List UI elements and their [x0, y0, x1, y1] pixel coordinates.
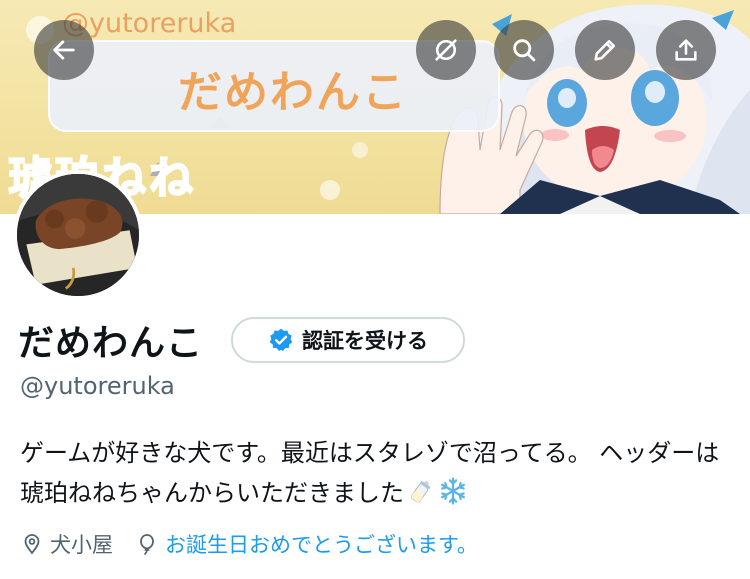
verified-badge-icon [269, 328, 293, 352]
balloon-icon [140, 534, 154, 555]
profile-handle: @yutoreruka [20, 372, 175, 400]
share-icon [675, 39, 697, 61]
hide-button[interactable] [416, 20, 476, 80]
profile-name: だめわんこ [18, 323, 204, 364]
snowflake-icon [441, 477, 465, 505]
profile-meta-row: 犬小屋 お誕生日おめでとうございます。 [20, 528, 500, 560]
location-pin-icon [24, 534, 40, 555]
banner-name-text: だめわんこ [178, 67, 408, 118]
location-text: 犬小屋 [50, 533, 113, 557]
baby-bottle-icon [410, 481, 431, 503]
search-icon [513, 39, 536, 62]
edit-button[interactable] [575, 20, 635, 80]
search-button[interactable] [494, 20, 554, 80]
share-button[interactable] [656, 20, 716, 80]
profile-bio: ゲームが好きな犬です。最近はスタレゾで沼ってる。 ヘッダーは琥珀ねねちゃんからい… [20, 433, 735, 513]
hide-icon [435, 39, 457, 61]
avatar[interactable] [13, 170, 143, 300]
birthday-text[interactable]: お誕生日おめでとうございます。 [165, 529, 478, 559]
back-button[interactable] [34, 20, 94, 80]
get-verified-label: 認証を受ける [302, 329, 428, 353]
avatar-image [17, 174, 139, 296]
birthday-item[interactable]: お誕生日おめでとうございます。 [135, 529, 478, 559]
location-item: 犬小屋 [20, 529, 113, 559]
get-verified-button[interactable]: 認証を受ける [231, 317, 465, 363]
bio-text: ゲームが好きな犬です。最近はスタレゾで沼ってる。 ヘッダーは琥珀ねねちゃんからい… [20, 439, 720, 507]
arrow-left-icon [53, 40, 75, 60]
pencil-icon [594, 39, 616, 61]
